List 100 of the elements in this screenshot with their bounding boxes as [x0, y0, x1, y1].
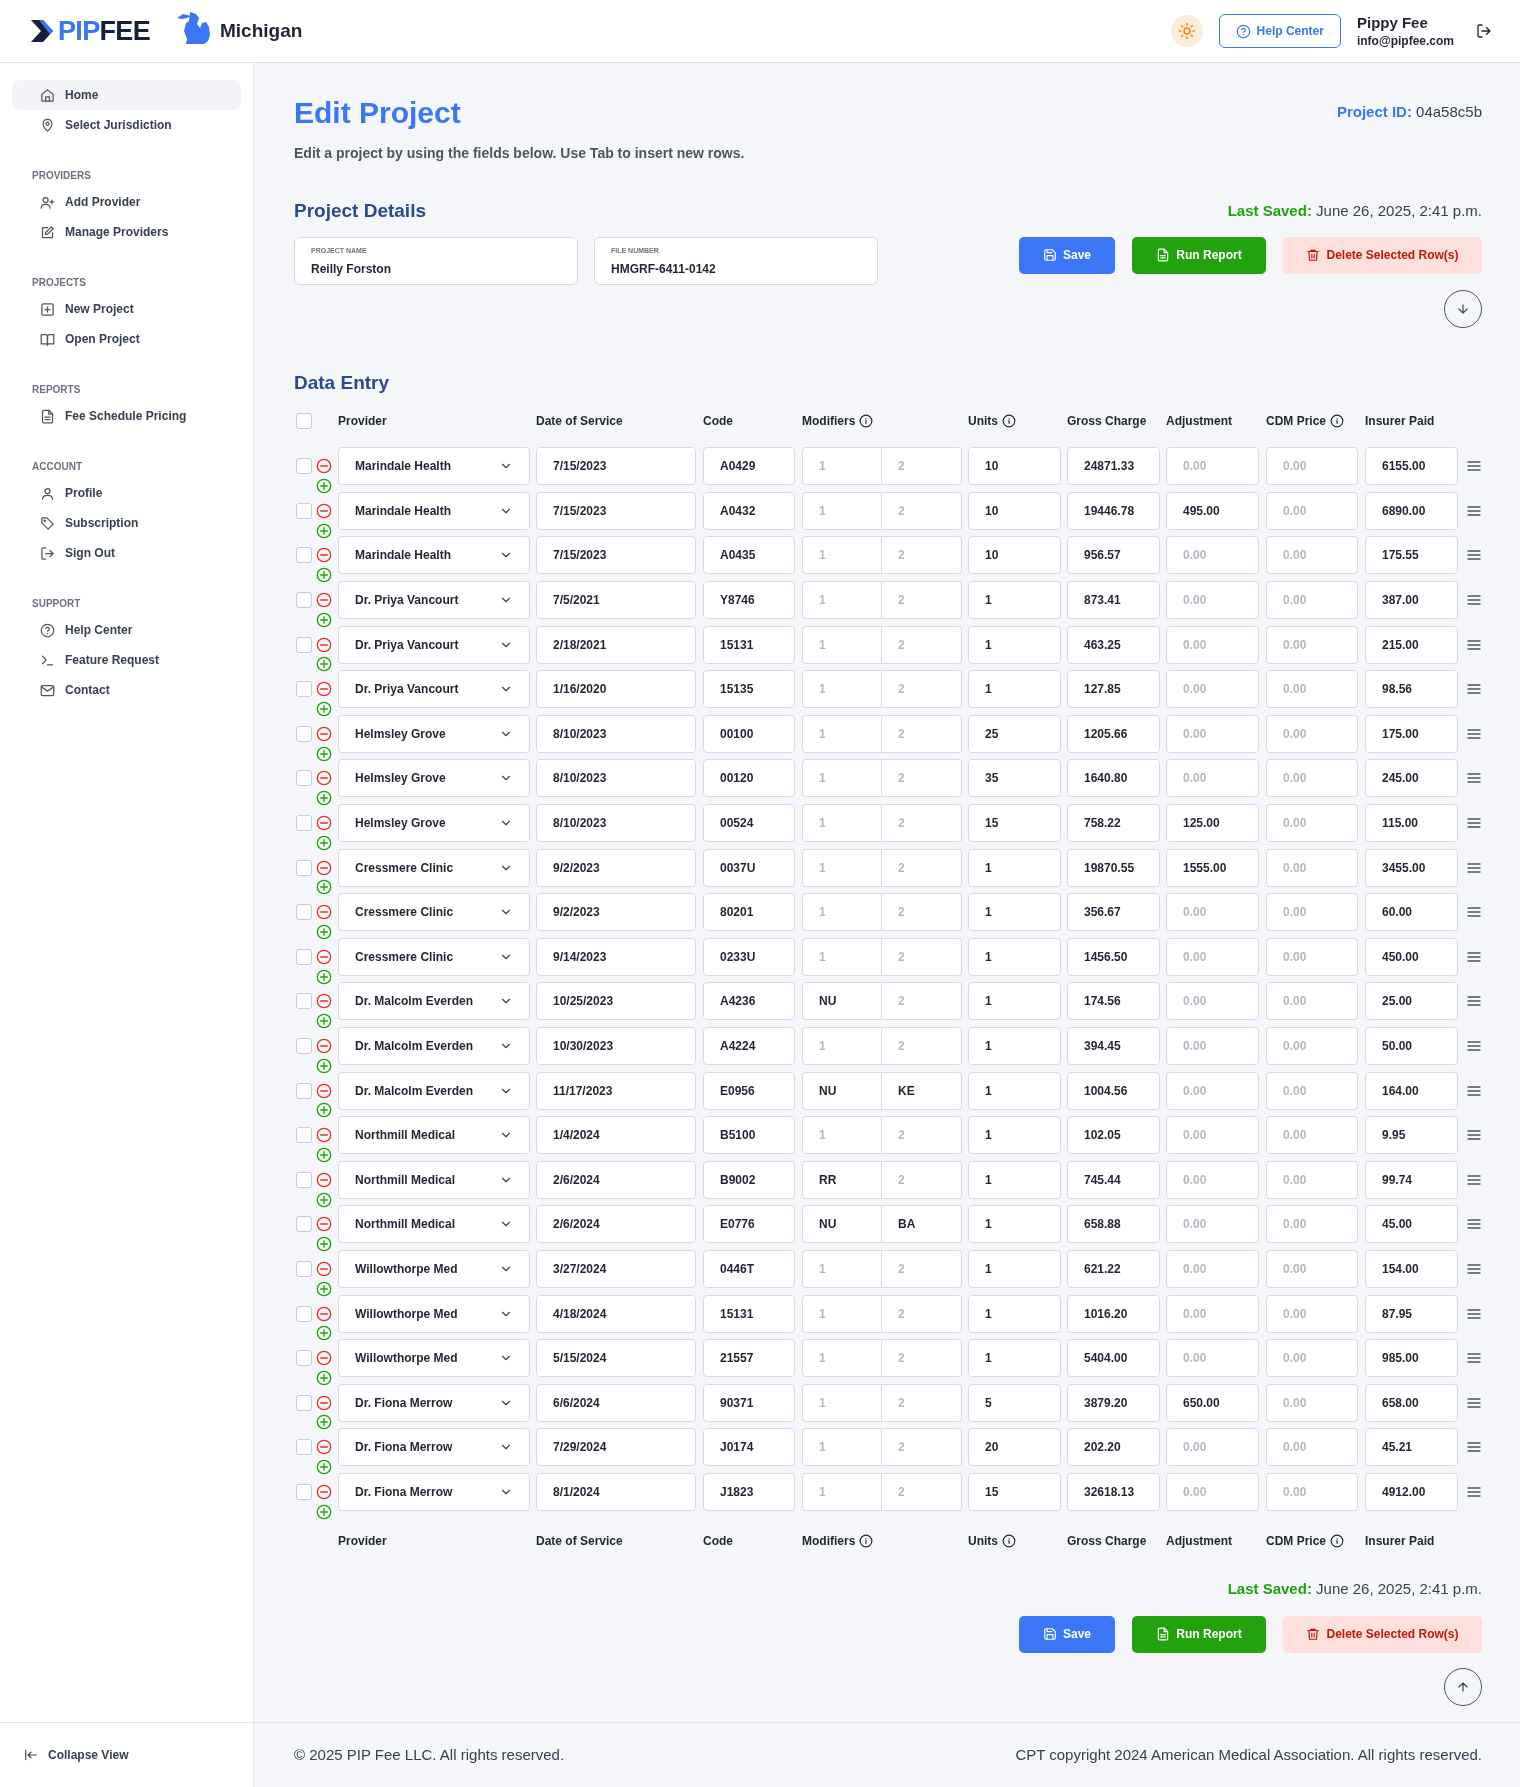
insurer-paid-field[interactable]: 985.00 [1365, 1339, 1458, 1378]
gross-charge-field[interactable]: 3879.20 [1067, 1383, 1160, 1422]
remove-row-button[interactable] [316, 458, 332, 475]
insurer-paid-field[interactable]: 215.00 [1365, 625, 1458, 664]
row-checkbox[interactable] [296, 636, 312, 653]
provider-dropdown[interactable]: Helmsley Grove [338, 714, 530, 753]
add-row-button[interactable] [316, 656, 332, 673]
add-row-button[interactable] [316, 1191, 332, 1208]
insurer-paid-field[interactable]: 87.95 [1365, 1294, 1458, 1333]
units-field[interactable]: 1 [968, 1294, 1061, 1333]
provider-dropdown[interactable]: Dr. Priya Vancourt [338, 581, 530, 620]
date-field[interactable]: 2/18/2021 [536, 625, 696, 664]
add-row-button[interactable] [316, 1503, 332, 1520]
row-checkbox[interactable] [296, 1483, 312, 1500]
remove-row-button[interactable] [316, 770, 332, 787]
gross-charge-field[interactable]: 658.88 [1067, 1205, 1160, 1244]
gross-charge-field[interactable]: 202.20 [1067, 1428, 1160, 1467]
provider-dropdown[interactable]: Dr. Malcolm Everden [338, 1071, 530, 1110]
gross-charge-field[interactable]: 394.45 [1067, 1027, 1160, 1065]
gross-charge-field[interactable]: 1205.66 [1067, 714, 1160, 753]
insurer-paid-field[interactable]: 6890.00 [1365, 491, 1458, 530]
remove-row-button[interactable] [316, 1171, 332, 1188]
provider-dropdown[interactable]: Dr. Malcolm Everden [338, 1027, 530, 1065]
date-field[interactable]: 8/10/2023 [536, 714, 696, 753]
insurer-paid-field[interactable]: 50.00 [1365, 1027, 1458, 1065]
code-field[interactable]: A4236 [703, 982, 795, 1021]
units-field[interactable]: 1 [968, 1339, 1061, 1378]
insurer-paid-field[interactable]: 60.00 [1365, 893, 1458, 932]
sidebar-item[interactable]: Sign Out [12, 538, 241, 568]
date-field[interactable]: 10/30/2023 [536, 1027, 696, 1065]
gross-charge-field[interactable]: 873.41 [1067, 581, 1160, 620]
remove-row-button[interactable] [316, 993, 332, 1010]
add-row-button[interactable] [316, 745, 332, 762]
sidebar-item[interactable]: Fee Schedule Pricing [12, 401, 241, 431]
provider-dropdown[interactable]: Northmill Medical [338, 1160, 530, 1199]
row-checkbox[interactable] [296, 1350, 312, 1367]
adjustment-field[interactable]: 1555.00 [1166, 848, 1259, 887]
save-button[interactable]: Save [1019, 1615, 1115, 1653]
add-row-button[interactable] [316, 700, 332, 717]
gross-charge-field[interactable]: 356.67 [1067, 893, 1160, 932]
code-field[interactable]: 00120 [703, 759, 795, 798]
code-field[interactable]: 15131 [703, 625, 795, 664]
add-row-button[interactable] [316, 1414, 332, 1431]
remove-row-button[interactable] [316, 815, 332, 832]
date-field[interactable]: 3/27/2024 [536, 1250, 696, 1288]
code-field[interactable]: E0956 [703, 1071, 795, 1110]
add-row-button[interactable] [316, 478, 332, 494]
remove-row-button[interactable] [316, 1394, 332, 1411]
add-row-button[interactable] [316, 834, 332, 851]
units-field[interactable]: 5 [968, 1383, 1061, 1422]
insurer-paid-field[interactable]: 45.21 [1365, 1428, 1458, 1467]
gross-charge-field[interactable]: 102.05 [1067, 1116, 1160, 1155]
add-row-button[interactable] [316, 1057, 332, 1074]
row-checkbox[interactable] [296, 1261, 312, 1277]
provider-dropdown[interactable]: Willowthorpe Med [338, 1250, 530, 1288]
insurer-paid-field[interactable]: 3455.00 [1365, 848, 1458, 887]
add-row-button[interactable] [316, 1280, 332, 1297]
code-field[interactable]: A0432 [703, 491, 795, 530]
gross-charge-field[interactable]: 127.85 [1067, 670, 1160, 709]
units-field[interactable]: 1 [968, 937, 1061, 976]
gross-charge-field[interactable]: 5404.00 [1067, 1339, 1160, 1378]
date-field[interactable]: 7/15/2023 [536, 447, 696, 486]
gross-charge-field[interactable]: 24871.33 [1067, 447, 1160, 486]
sidebar-item[interactable]: Add Provider [12, 187, 241, 217]
code-field[interactable]: 00100 [703, 714, 795, 753]
remove-row-button[interactable] [316, 1305, 332, 1322]
sidebar-item[interactable]: Home [12, 80, 241, 110]
sidebar-item[interactable]: Manage Providers [12, 217, 241, 247]
units-field[interactable]: 10 [968, 447, 1061, 486]
insurer-paid-field[interactable]: 99.74 [1365, 1160, 1458, 1199]
sidebar-item[interactable]: Profile [12, 478, 241, 508]
remove-row-button[interactable] [316, 1127, 332, 1144]
remove-row-button[interactable] [316, 592, 332, 609]
remove-row-button[interactable] [316, 904, 332, 921]
provider-dropdown[interactable]: Dr. Priya Vancourt [338, 625, 530, 664]
code-field[interactable]: B5100 [703, 1116, 795, 1155]
gross-charge-field[interactable]: 621.22 [1067, 1250, 1160, 1288]
help-center-button[interactable]: Help Center [1218, 14, 1341, 48]
insurer-paid-field[interactable]: 4912.00 [1365, 1472, 1458, 1511]
date-field[interactable]: 2/6/2024 [536, 1160, 696, 1199]
theme-toggle-button[interactable] [1170, 15, 1203, 47]
modifier-field[interactable]: NU [802, 1071, 882, 1110]
gross-charge-field[interactable]: 19446.78 [1067, 491, 1160, 530]
add-row-button[interactable] [316, 567, 332, 584]
gross-charge-field[interactable]: 1456.50 [1067, 937, 1160, 976]
provider-dropdown[interactable]: Cressmere Clinic [338, 937, 530, 976]
units-field[interactable]: 1 [968, 1116, 1061, 1155]
code-field[interactable]: Y8746 [703, 581, 795, 620]
select-all-checkbox[interactable] [296, 413, 312, 429]
adjustment-field[interactable]: 650.00 [1166, 1383, 1259, 1422]
code-field[interactable]: 0037U [703, 848, 795, 887]
remove-row-button[interactable] [316, 948, 332, 965]
drag-handle[interactable] [1466, 1038, 1482, 1054]
remove-row-button[interactable] [316, 1216, 332, 1233]
row-checkbox[interactable] [296, 725, 312, 742]
row-checkbox[interactable] [296, 458, 312, 475]
insurer-paid-field[interactable]: 154.00 [1365, 1250, 1458, 1288]
row-checkbox[interactable] [296, 1439, 312, 1456]
units-field[interactable]: 1 [968, 1027, 1061, 1065]
date-field[interactable]: 4/18/2024 [536, 1294, 696, 1333]
